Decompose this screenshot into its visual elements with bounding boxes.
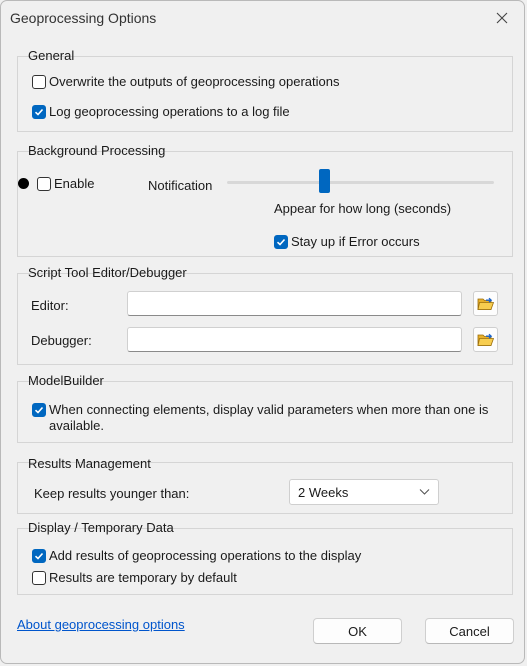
checkbox-label: Stay up if Error occurs: [291, 234, 420, 249]
bullet-marker: [18, 178, 29, 189]
editor-browse-button[interactable]: [473, 291, 498, 316]
general-group-title: General: [28, 48, 75, 63]
checkmark-icon: [276, 238, 286, 246]
checkbox-box: [32, 74, 46, 89]
close-icon: [496, 12, 508, 24]
checkbox-box: [32, 548, 46, 563]
checkbox-box: [32, 403, 46, 417]
open-folder-icon: [477, 297, 494, 310]
modelbuilder-group-title: ModelBuilder: [28, 373, 104, 388]
notification-slider-track[interactable]: [227, 181, 494, 184]
close-button[interactable]: [490, 6, 514, 30]
keep-results-label: Keep results younger than:: [34, 486, 190, 501]
overwrite-outputs-checkbox[interactable]: Overwrite the outputs of geoprocessing o…: [32, 74, 340, 89]
slider-caption: Appear for how long (seconds): [274, 201, 452, 216]
checkbox-box: [37, 176, 51, 191]
checkbox-label: Results are temporary by default: [49, 570, 237, 585]
log-operations-checkbox[interactable]: Log geoprocessing operations to a log fi…: [32, 104, 290, 119]
checkbox-label: Enable: [54, 176, 95, 191]
notification-label: Notification: [148, 178, 213, 193]
debugger-label: Debugger:: [31, 333, 92, 348]
enable-background-checkbox[interactable]: Enable: [37, 176, 94, 191]
background-group-title: Background Processing: [28, 143, 166, 158]
ok-button-label: OK: [348, 623, 367, 639]
checkbox-label-line2: available.: [49, 418, 104, 433]
editor-input[interactable]: [127, 291, 462, 316]
stay-up-on-error-checkbox[interactable]: Stay up if Error occurs: [274, 234, 420, 249]
checkbox-label: Overwrite the outputs of geoprocessing o…: [49, 74, 340, 89]
checkmark-icon: [34, 406, 44, 414]
add-results-to-display-checkbox[interactable]: Add results of geoprocessing operations …: [32, 548, 361, 563]
checkbox-box: [32, 570, 46, 585]
checkbox-label: Add results of geoprocessing operations …: [49, 548, 362, 563]
results-temporary-checkbox[interactable]: Results are temporary by default: [32, 570, 237, 585]
checkmark-icon: [34, 552, 44, 560]
script-tool-group-title: Script Tool Editor/Debugger: [28, 265, 187, 280]
cancel-button[interactable]: Cancel: [425, 618, 514, 644]
general-group: [17, 56, 513, 132]
cancel-button-label: Cancel: [449, 623, 490, 639]
ok-button[interactable]: OK: [313, 618, 402, 644]
checkbox-box: [274, 234, 288, 249]
notification-slider-thumb[interactable]: [319, 169, 331, 193]
about-geoprocessing-link[interactable]: About geoprocessing options: [17, 617, 185, 632]
results-group-title: Results Management: [28, 456, 151, 471]
open-folder-icon: [477, 333, 494, 346]
chevron-down-icon: [419, 489, 430, 495]
checkbox-label: Log geoprocessing operations to a log fi…: [49, 104, 290, 119]
checkbox-label-line1: When connecting elements, display valid …: [49, 402, 489, 417]
editor-label: Editor:: [31, 298, 69, 313]
checkbox-box: [32, 104, 46, 119]
title-bar: Geoprocessing Options: [1, 1, 524, 35]
geoprocessing-options-dialog: Geoprocessing Options General Overwrite …: [0, 0, 525, 664]
display-valid-parameters-checkbox[interactable]: When connecting elements, display valid …: [32, 402, 488, 434]
display-group-title: Display / Temporary Data: [28, 520, 174, 535]
checkbox-label: When connecting elements, display valid …: [49, 402, 488, 434]
checkmark-icon: [34, 108, 44, 116]
keep-results-dropdown[interactable]: 2 Weeks: [289, 479, 439, 505]
debugger-browse-button[interactable]: [473, 327, 498, 352]
debugger-input[interactable]: [127, 327, 462, 352]
window-title: Geoprocessing Options: [10, 10, 157, 26]
dropdown-value: 2 Weeks: [298, 485, 349, 500]
